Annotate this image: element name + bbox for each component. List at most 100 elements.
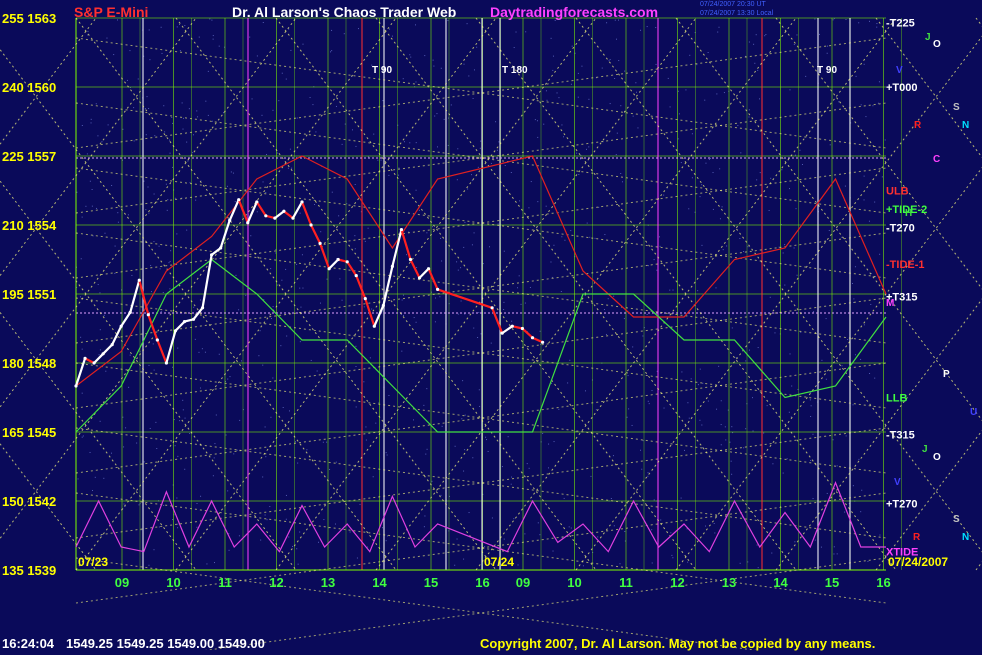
star-dot (169, 288, 171, 290)
star-dot (89, 451, 91, 453)
price-point (191, 317, 196, 321)
footer-ohlc: 1549.25 1549.25 1549.00 1549.00 (66, 636, 265, 651)
star-dot (426, 388, 428, 390)
price-point (146, 313, 150, 317)
star-dot (436, 113, 438, 115)
star-dot (286, 335, 288, 337)
star-dot (567, 382, 569, 384)
star-dot (249, 36, 251, 38)
star-dot (148, 29, 150, 31)
star-dot (826, 492, 828, 494)
planet-label: N (962, 120, 969, 131)
star-dot (272, 306, 274, 308)
y-tick-label: 255 1563 (2, 11, 56, 26)
star-dot (288, 410, 290, 412)
star-dot (364, 240, 366, 242)
star-dot (814, 539, 816, 541)
star-dot (616, 132, 618, 134)
star-dot (558, 408, 560, 410)
star-dot (480, 140, 482, 142)
right-level-label: -T225 (886, 18, 915, 30)
star-dot (772, 463, 774, 465)
star-dot (745, 428, 747, 430)
star-dot (218, 45, 220, 47)
star-dot (363, 381, 365, 383)
star-dot (440, 237, 442, 239)
star-dot (167, 199, 169, 201)
x-tick-label: 13 (722, 575, 736, 590)
star-dot (258, 355, 260, 357)
star-dot (388, 394, 390, 396)
star-dot (468, 75, 470, 77)
star-dot (296, 117, 298, 119)
star-dot (705, 162, 707, 164)
star-dot (402, 294, 404, 296)
star-dot (367, 227, 369, 229)
star-dot (635, 91, 637, 93)
star-dot (735, 357, 737, 359)
star-dot (351, 129, 353, 131)
star-dot (160, 26, 162, 28)
star-dot (680, 497, 682, 499)
star-dot (511, 320, 513, 322)
star-dot (177, 523, 179, 525)
star-dot (615, 154, 617, 156)
star-dot (143, 180, 145, 182)
right-level-label: +T270 (886, 498, 918, 510)
star-dot (81, 124, 83, 126)
star-dot (432, 226, 434, 228)
star-dot (182, 128, 184, 130)
star-dot (836, 553, 838, 555)
star-dot (646, 313, 648, 315)
star-dot (480, 333, 482, 335)
price-point (291, 216, 295, 220)
star-dot (571, 45, 573, 47)
star-dot (863, 324, 865, 326)
star-dot (632, 346, 634, 348)
star-dot (860, 104, 862, 106)
star-dot (218, 353, 220, 355)
star-dot (561, 236, 563, 238)
star-dot (752, 397, 754, 399)
star-dot (796, 34, 798, 36)
star-dot (299, 287, 301, 289)
site-link[interactable]: Daytradingforecasts.com (490, 4, 658, 20)
star-dot (359, 260, 361, 262)
star-dot (794, 154, 796, 156)
star-dot (415, 24, 417, 26)
price-point (300, 200, 304, 204)
y-tick-label: 150 1542 (2, 494, 56, 509)
star-dot (391, 35, 393, 37)
star-dot (609, 103, 611, 105)
star-dot (454, 445, 456, 447)
star-dot (90, 122, 92, 124)
star-dot (155, 421, 157, 423)
star-dot (879, 253, 881, 255)
price-point (408, 257, 413, 262)
star-dot (718, 26, 720, 28)
price-point (354, 274, 358, 278)
star-dot (755, 34, 757, 36)
star-dot (799, 149, 801, 151)
star-dot (415, 81, 417, 83)
star-dot (158, 245, 160, 247)
star-dot (853, 298, 855, 300)
star-dot (441, 425, 443, 427)
star-dot (262, 476, 264, 478)
star-dot (672, 289, 674, 291)
star-dot (294, 441, 296, 443)
star-dot (161, 52, 163, 54)
star-dot (553, 441, 555, 443)
star-dot (610, 498, 612, 500)
star-dot (545, 205, 547, 207)
star-dot (234, 201, 236, 203)
x-tick-label: 12 (670, 575, 684, 590)
right-level-label: +T000 (886, 82, 918, 94)
star-dot (471, 180, 473, 182)
star-dot (164, 131, 166, 133)
price-point (490, 306, 494, 310)
star-dot (598, 206, 600, 208)
star-dot (707, 51, 709, 53)
chart-title: Dr. Al Larson's Chaos Trader Web (232, 4, 457, 20)
star-dot (382, 100, 384, 102)
